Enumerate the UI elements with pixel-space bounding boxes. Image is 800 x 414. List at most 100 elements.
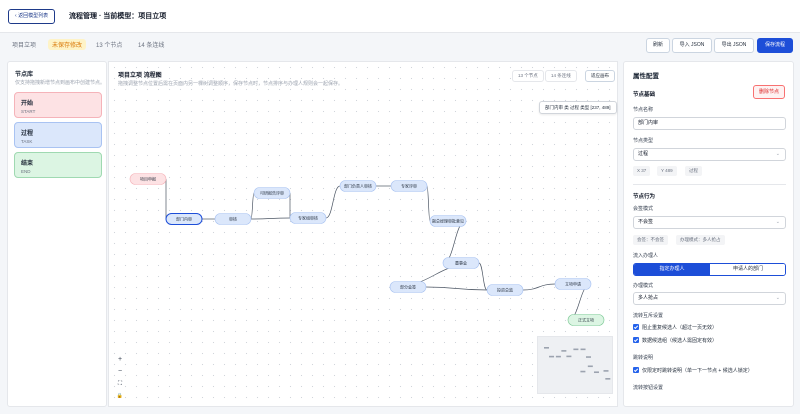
countersign-value: 不会签 <box>638 219 654 225</box>
handler-label: 流入办理人 <box>633 253 659 259</box>
exclusion-label: 流转互斥设置 <box>633 313 664 319</box>
minimap-node <box>593 371 599 374</box>
node-count: 13 个节点 <box>96 43 123 49</box>
flow-node-n5[interactable]: 专家组审核 <box>289 212 327 224</box>
flow-edge <box>325 185 341 219</box>
flow-node-n11[interactable]: 投资总监 <box>486 284 524 296</box>
zoom-out-button[interactable]: − <box>115 367 125 377</box>
minimap-node <box>561 350 567 352</box>
checkbox-label: 仅限定时跳转说明（单一下一节点 + 候选人锁定） <box>642 368 753 374</box>
properties-title: 属性配置 <box>633 73 659 80</box>
flow-node-label: 审核 <box>229 216 237 222</box>
handler-option-assigned[interactable]: 指定办理人 <box>634 264 710 275</box>
flow-node-n3[interactable]: 审核 <box>214 213 252 225</box>
chevron-down-icon: ⌄ <box>775 219 780 225</box>
palette-item-name: 过程 <box>21 131 34 137</box>
flow-node-label: 董事会 <box>455 260 467 266</box>
minimap-node <box>580 370 586 373</box>
checkbox-label: 数据候选组（候选人需固定有效） <box>642 338 718 344</box>
minimap-node <box>566 355 572 358</box>
flow-node-n8[interactable]: 副总经理审批意见 <box>429 215 467 227</box>
flow-node-label: 副总经理审批意见 <box>432 218 464 224</box>
flow-node-n4[interactable]: 可研报告评审 <box>253 187 291 199</box>
flow-node-label: 立项申请 <box>565 281 581 287</box>
handler-segmented-control: 指定办理人 申请人的部门 <box>633 263 786 276</box>
flow-node-label: 部分会签 <box>400 284 416 290</box>
lock-icon[interactable]: 🔒 <box>115 391 125 401</box>
node-type-value: 过程 <box>638 151 649 157</box>
transfer-buttons-label: 流转按钮设置 <box>633 385 664 391</box>
flow-node-label: 可研报告评审 <box>260 190 284 196</box>
palette-item-code: TASK <box>21 139 33 144</box>
section-node-basic: 节点基础 <box>633 92 656 98</box>
flow-edges <box>165 179 592 321</box>
flow-node-n10[interactable]: 部分会签 <box>389 281 427 293</box>
node-type-select[interactable]: 过程 ⌄ <box>633 148 786 161</box>
minimap-node <box>580 348 586 351</box>
minimap-node <box>605 378 611 380</box>
flow-edge <box>425 286 488 291</box>
checkbox-data-candidates[interactable]: 数据候选组（候选人需固定有效） <box>633 337 717 344</box>
back-to-model-list-button[interactable]: ‹ 返回模型列表 <box>8 9 56 24</box>
checkbox-no-duplicate[interactable]: 阻止重复候选人（超过一页无效） <box>633 324 717 331</box>
palette-title: 节点库 <box>15 72 34 78</box>
minimap-node <box>544 347 549 349</box>
flow-node-label: 部门内审 <box>176 216 192 222</box>
delete-node-button[interactable]: 删除节点 <box>753 85 786 99</box>
palette-item-code: START <box>21 109 36 114</box>
edge-count: 14 条连线 <box>138 43 165 49</box>
palette-item-code: END <box>21 169 31 174</box>
flow-node-n12[interactable]: 立项申请 <box>554 278 592 290</box>
minimap-graph <box>544 347 611 380</box>
flow-edge <box>522 283 556 291</box>
back-button-label: 返回模型列表 <box>18 13 49 19</box>
palette-item-name: 结束 <box>21 161 34 167</box>
zoom-in-button[interactable]: + <box>115 355 125 365</box>
fit-view-icon[interactable]: ⛶ <box>115 379 125 389</box>
mode-select[interactable]: 多人抢占 ⌄ <box>633 292 786 305</box>
palette-item-start[interactable]: 开始 START <box>14 92 102 118</box>
import-json-button[interactable]: 导入 JSON <box>672 38 712 53</box>
mode-value: 多人抢占 <box>638 295 659 301</box>
countersign-chip: 会签：不会签 <box>633 235 668 245</box>
minimap-node <box>555 355 561 358</box>
mode-label: 办理模式 <box>633 283 654 289</box>
refresh-button[interactable]: 刷新 <box>646 38 670 53</box>
flow-node-label: 正式立项 <box>578 317 594 323</box>
flow-edge <box>250 217 291 220</box>
palette-subtitle: 仅支持拖拽新增节点到画布中创建节点。 <box>15 80 106 86</box>
countersign-select[interactable]: 不会签 ⌄ <box>633 216 786 229</box>
checkbox-timed-jump[interactable]: 仅限定时跳转说明（单一下一节点 + 候选人锁定） <box>633 367 753 374</box>
save-model-button[interactable]: 保存流程 <box>757 38 793 53</box>
page-title: 流程管理 · 当前模型：项目立项 <box>69 13 167 20</box>
minimap-node <box>573 348 579 351</box>
handler-option-applicant-dept[interactable]: 申请人的部门 <box>710 264 785 275</box>
flow-node-n9[interactable]: 董事会 <box>442 257 480 269</box>
countersign-label: 会签模式 <box>633 206 654 212</box>
flow-node-n1[interactable]: 项目申报 <box>129 173 167 185</box>
flow-node-label: 专家组审核 <box>298 215 318 221</box>
model-name: 项目立项 <box>12 43 37 49</box>
node-name-input[interactable]: 部门内审 <box>633 117 786 130</box>
chevron-down-icon: ⌄ <box>775 295 780 301</box>
flow-node-n2[interactable]: 部门内审 <box>165 213 203 225</box>
node-palette: 节点库 仅支持拖拽新增节点到画布中创建节点。 开始 START 过程 TASK … <box>7 61 107 407</box>
minimap-node <box>549 355 555 358</box>
flow-node-n7[interactable]: 专家评审 <box>390 180 428 192</box>
checkbox-checked-icon <box>633 324 639 330</box>
coord-y-chip: Y 489 <box>657 166 677 176</box>
divider <box>633 184 786 185</box>
flow-canvas[interactable]: 项目立项 流程图 拖拽调整节点位置后需在页面内另一棵树调整顺序，保存节点时，节点… <box>108 61 618 407</box>
flow-node-n13[interactable]: 正式立项 <box>567 314 605 326</box>
unsaved-badge: 未保存修改 <box>48 39 87 50</box>
export-json-button[interactable]: 导出 JSON <box>714 38 754 53</box>
coord-x-chip: X 37 <box>633 166 651 176</box>
flow-node-n6[interactable]: 部门负责人审核 <box>339 180 377 192</box>
minimap[interactable] <box>537 336 613 394</box>
flow-nodes: 项目申报部门内审 审核 可研报告评审专家组审核 部门负责人审核 专家评审副总经理审批意见… <box>129 173 605 326</box>
palette-item-task[interactable]: 过程 TASK <box>14 122 102 148</box>
flow-node-label: 专家评审 <box>401 183 417 189</box>
flow-edge <box>250 192 255 220</box>
palette-item-end[interactable]: 结束 END <box>14 152 102 178</box>
checkbox-label: 阻止重复候选人（超过一页无效） <box>642 325 718 331</box>
